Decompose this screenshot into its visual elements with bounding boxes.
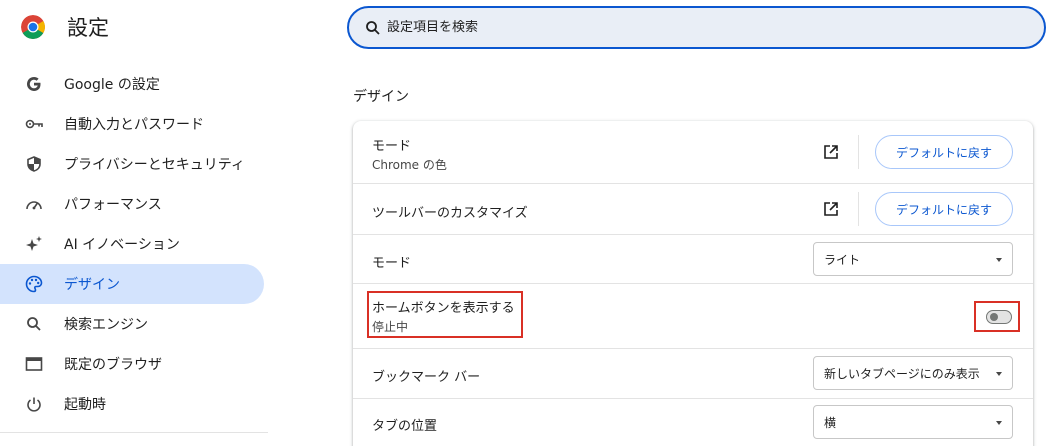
sidebar-item-performance[interactable]: パフォーマンス (0, 184, 264, 224)
sidebar-divider (0, 432, 268, 433)
dropdown-arrow-icon (996, 258, 1002, 262)
search-icon (24, 314, 44, 334)
palette-icon (24, 274, 44, 294)
sidebar-item-label: AI イノベーション (64, 237, 180, 253)
row-label: モード (372, 139, 412, 154)
vertical-divider (858, 192, 859, 226)
sidebar-item-label: Google の設定 (64, 77, 160, 93)
power-icon (24, 394, 44, 414)
row-tab-position: タブの位置 横 (353, 399, 1033, 446)
settings-app: 設定 Google の設定 自動入力とパスワード プライバシーとセキュリティ (0, 0, 1060, 446)
vertical-divider (858, 135, 859, 169)
row-bookmark-bar: ブックマーク バー 新しいタブページにのみ表示 (353, 349, 1033, 399)
row-mode: モード ライト (353, 235, 1033, 284)
select-value: ライト (824, 252, 861, 267)
toggle-knob (990, 313, 998, 321)
row-label: タブの位置 (372, 419, 438, 434)
section-title: デザイン (353, 89, 409, 105)
sidebar-item-ai[interactable]: AI イノベーション (0, 224, 264, 264)
select-value: 新しいタブページにのみ表示 (824, 366, 980, 381)
mode-select[interactable]: ライト (813, 242, 1013, 276)
sidebar-item-label: 検索エンジン (64, 317, 148, 333)
select-value: 横 (824, 415, 837, 430)
search-icon (363, 18, 383, 38)
browser-window-icon (24, 354, 44, 374)
row-sublabel: 停止中 (372, 320, 409, 334)
search-bar[interactable] (347, 6, 1046, 49)
row-mode-theme[interactable]: モード Chrome の色 デフォルトに戻す (353, 121, 1033, 184)
tab-position-select[interactable]: 横 (813, 405, 1013, 439)
dropdown-arrow-icon (996, 421, 1002, 425)
page-title: 設定 (67, 16, 109, 40)
sparkle-icon (24, 234, 44, 254)
row-toolbar-customize[interactable]: ツールバーのカスタマイズ デフォルトに戻す (353, 184, 1033, 235)
reset-default-button[interactable]: デフォルトに戻す (875, 192, 1013, 226)
row-home-button[interactable]: ホームボタンを表示する 停止中 (353, 284, 1033, 349)
key-icon (24, 114, 44, 134)
sidebar-item-label: 既定のブラウザ (64, 357, 162, 373)
open-external-icon[interactable] (821, 142, 841, 162)
sidebar-item-label: プライバシーとセキュリティ (64, 157, 245, 173)
search-input[interactable] (387, 20, 987, 35)
sidebar: Google の設定 自動入力とパスワード プライバシーとセキュリティ パフォー… (0, 64, 268, 424)
reset-default-button[interactable]: デフォルトに戻す (875, 135, 1013, 169)
sidebar-item-label: デザイン (64, 277, 120, 293)
sidebar-item-privacy[interactable]: プライバシーとセキュリティ (0, 144, 264, 184)
sidebar-item-search-engine[interactable]: 検索エンジン (0, 304, 264, 344)
row-label: ホームボタンを表示する (372, 301, 515, 316)
sidebar-item-default-browser[interactable]: 既定のブラウザ (0, 344, 264, 384)
sidebar-item-google[interactable]: Google の設定 (0, 64, 264, 104)
row-label: ブックマーク バー (372, 370, 481, 385)
dropdown-arrow-icon (996, 372, 1002, 376)
speedometer-icon (24, 194, 44, 214)
row-label: モード (372, 256, 412, 271)
sidebar-item-label: 自動入力とパスワード (64, 117, 204, 133)
row-sublabel: Chrome の色 (372, 158, 447, 172)
sidebar-item-label: パフォーマンス (64, 197, 162, 213)
shield-icon (24, 154, 44, 174)
chrome-logo-icon (21, 15, 45, 39)
google-g-icon (24, 74, 44, 94)
row-label: ツールバーのカスタマイズ (372, 206, 528, 221)
design-settings-card: モード Chrome の色 デフォルトに戻す ツールバーのカスタマイズ デフォル… (353, 121, 1033, 446)
sidebar-item-design[interactable]: デザイン (0, 264, 264, 304)
sidebar-item-startup[interactable]: 起動時 (0, 384, 264, 424)
sidebar-item-autofill[interactable]: 自動入力とパスワード (0, 104, 264, 144)
home-button-toggle[interactable] (986, 310, 1012, 324)
bookmark-bar-select[interactable]: 新しいタブページにのみ表示 (813, 356, 1013, 390)
open-external-icon[interactable] (821, 199, 841, 219)
sidebar-item-label: 起動時 (64, 397, 106, 413)
highlight-box (974, 301, 1020, 332)
